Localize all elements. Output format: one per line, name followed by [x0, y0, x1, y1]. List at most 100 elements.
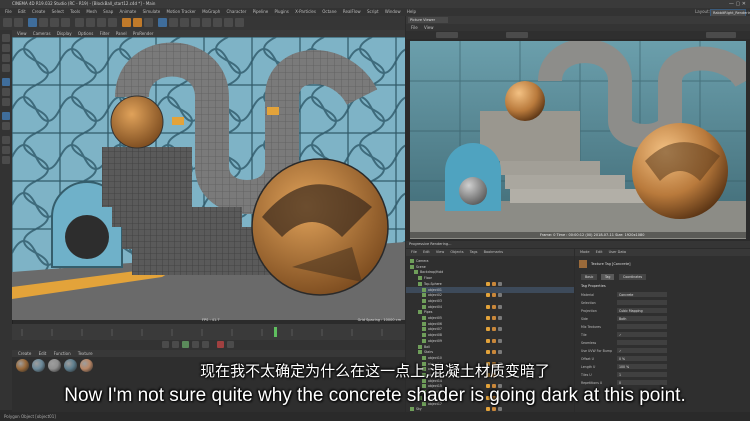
- material-tag-icon[interactable]: [486, 316, 490, 320]
- material-menu-create[interactable]: Create: [18, 350, 31, 357]
- material-tag-icon[interactable]: [492, 350, 496, 355]
- menu-plugins[interactable]: Plugins: [275, 8, 289, 16]
- material-tag-icon[interactable]: [486, 304, 490, 309]
- material-tag-icon[interactable]: [498, 327, 502, 332]
- material-tag-icon[interactable]: [492, 338, 496, 343]
- material-tag-icon[interactable]: [492, 327, 496, 332]
- menu-animate[interactable]: Animate: [120, 8, 137, 16]
- attr-menu-mode[interactable]: Mode: [580, 249, 590, 256]
- om-menu-bookmarks[interactable]: Bookmarks: [484, 249, 504, 256]
- attr-menu-user-data[interactable]: User Data: [609, 249, 626, 256]
- attribute-value-field[interactable]: [617, 300, 667, 305]
- menu-character[interactable]: Character: [227, 8, 247, 16]
- render-settings-icon[interactable]: [144, 18, 153, 27]
- pen-icon[interactable]: [169, 18, 178, 27]
- autokey-icon[interactable]: [227, 341, 234, 348]
- om-menu-edit[interactable]: Edit: [423, 249, 430, 256]
- viewport-menu-cameras[interactable]: Cameras: [33, 30, 51, 37]
- pv-display-dropdown[interactable]: [436, 32, 458, 38]
- attribute-value-field[interactable]: Cubic Mapping: [617, 308, 667, 313]
- material-tag-icon[interactable]: [492, 304, 496, 309]
- editor-viewport[interactable]: [12, 37, 405, 320]
- array-icon[interactable]: [191, 18, 200, 27]
- axis-x-icon[interactable]: [75, 18, 84, 27]
- om-menu-tags[interactable]: Tags: [470, 249, 478, 256]
- material-menu-texture[interactable]: Texture: [78, 350, 93, 357]
- attribute-value-field[interactable]: ✓: [617, 332, 667, 337]
- pv-filter-dropdown[interactable]: [506, 32, 528, 38]
- planar-workplane-icon[interactable]: [2, 156, 10, 164]
- play-icon[interactable]: [182, 341, 189, 348]
- menu-create[interactable]: Create: [32, 8, 45, 16]
- attribute-value-field[interactable]: ✓: [617, 348, 667, 353]
- menu-octane[interactable]: Octane: [322, 8, 336, 16]
- viewport-menu-prorender[interactable]: ProRender: [133, 30, 154, 37]
- material-tag-icon[interactable]: [498, 281, 502, 286]
- attribute-value-field[interactable]: Concrete: [617, 292, 667, 297]
- texture-mode-icon[interactable]: [2, 54, 10, 62]
- attr-tab-tag[interactable]: Tag: [601, 274, 615, 280]
- pv-zoom-dropdown[interactable]: [706, 32, 736, 38]
- picture-viewer-tab[interactable]: Picture Viewer: [408, 17, 448, 23]
- viewport-menu-filter[interactable]: Filter: [100, 30, 110, 37]
- record-icon[interactable]: [217, 341, 224, 348]
- material-tag-icon[interactable]: [486, 338, 490, 343]
- next-frame-icon[interactable]: [192, 341, 199, 348]
- material-tag-icon[interactable]: [486, 281, 490, 286]
- menu-edit[interactable]: Edit: [18, 8, 26, 16]
- viewport-menu-options[interactable]: Options: [78, 30, 93, 37]
- menu-realflow[interactable]: RealFlow: [343, 8, 361, 16]
- material-tag-icon[interactable]: [492, 281, 496, 286]
- attribute-value-field[interactable]: [617, 324, 667, 329]
- material-tag-icon[interactable]: [498, 293, 502, 298]
- scale-icon[interactable]: [50, 18, 59, 27]
- previous-frame-icon[interactable]: [172, 341, 179, 348]
- om-menu-view[interactable]: View: [436, 249, 444, 256]
- floor-icon[interactable]: [213, 18, 222, 27]
- attribute-value-field[interactable]: [617, 340, 667, 345]
- om-menu-objects[interactable]: Objects: [450, 249, 463, 256]
- material-tag-icon[interactable]: [498, 350, 502, 355]
- menu-x-particles[interactable]: X-Particles: [295, 8, 316, 16]
- material-tag-icon[interactable]: [486, 350, 490, 355]
- menu-mesh[interactable]: Mesh: [86, 8, 97, 16]
- points-mode-icon[interactable]: [2, 78, 10, 86]
- om-menu-file[interactable]: File: [411, 249, 417, 256]
- window-controls[interactable]: — ▢ ✕: [729, 0, 746, 8]
- move-icon[interactable]: [39, 18, 48, 27]
- picture-viewer-menu-file[interactable]: File: [411, 24, 418, 31]
- enable-axis-icon[interactable]: [2, 112, 10, 120]
- menu-tools[interactable]: Tools: [70, 8, 80, 16]
- lock-workplane-icon[interactable]: [2, 146, 10, 154]
- rotate-icon[interactable]: [61, 18, 70, 27]
- render-picture-viewer-icon[interactable]: [133, 18, 142, 27]
- menu-pipeline[interactable]: Pipeline: [253, 8, 269, 16]
- menu-file[interactable]: File: [5, 8, 12, 16]
- attr-tab-basic[interactable]: Basic: [581, 274, 598, 280]
- model-mode-icon[interactable]: [2, 44, 10, 52]
- go-to-start-icon[interactable]: [162, 341, 169, 348]
- camera-icon[interactable]: [224, 18, 233, 27]
- viewport-menu-panel[interactable]: Panel: [116, 30, 127, 37]
- timeline-ruler[interactable]: [12, 324, 405, 340]
- menu-motion-tracker[interactable]: Motion Tracker: [167, 8, 196, 16]
- menu-help[interactable]: Help: [407, 8, 416, 16]
- material-tag-icon[interactable]: [486, 327, 490, 332]
- material-tag-icon[interactable]: [492, 316, 496, 320]
- material-tag-icon[interactable]: [498, 316, 502, 320]
- live-selection-icon[interactable]: [28, 18, 37, 27]
- menu-snap[interactable]: Snap: [103, 8, 113, 16]
- axis-z-icon[interactable]: [97, 18, 106, 27]
- material-tag-icon[interactable]: [486, 293, 490, 298]
- attribute-value-field[interactable]: Both: [617, 316, 667, 321]
- material-tag-icon[interactable]: [498, 338, 502, 343]
- workplane-icon[interactable]: [2, 64, 10, 72]
- material-tag-icon[interactable]: [498, 304, 502, 309]
- edges-mode-icon[interactable]: [2, 88, 10, 96]
- material-tag-icon[interactable]: [492, 293, 496, 298]
- menu-script[interactable]: Script: [367, 8, 379, 16]
- cube-icon[interactable]: [158, 18, 167, 27]
- go-to-end-icon[interactable]: [202, 341, 209, 348]
- tweak-mode-icon[interactable]: [2, 122, 10, 130]
- attr-tab-coordinates[interactable]: Coordinates: [619, 274, 647, 280]
